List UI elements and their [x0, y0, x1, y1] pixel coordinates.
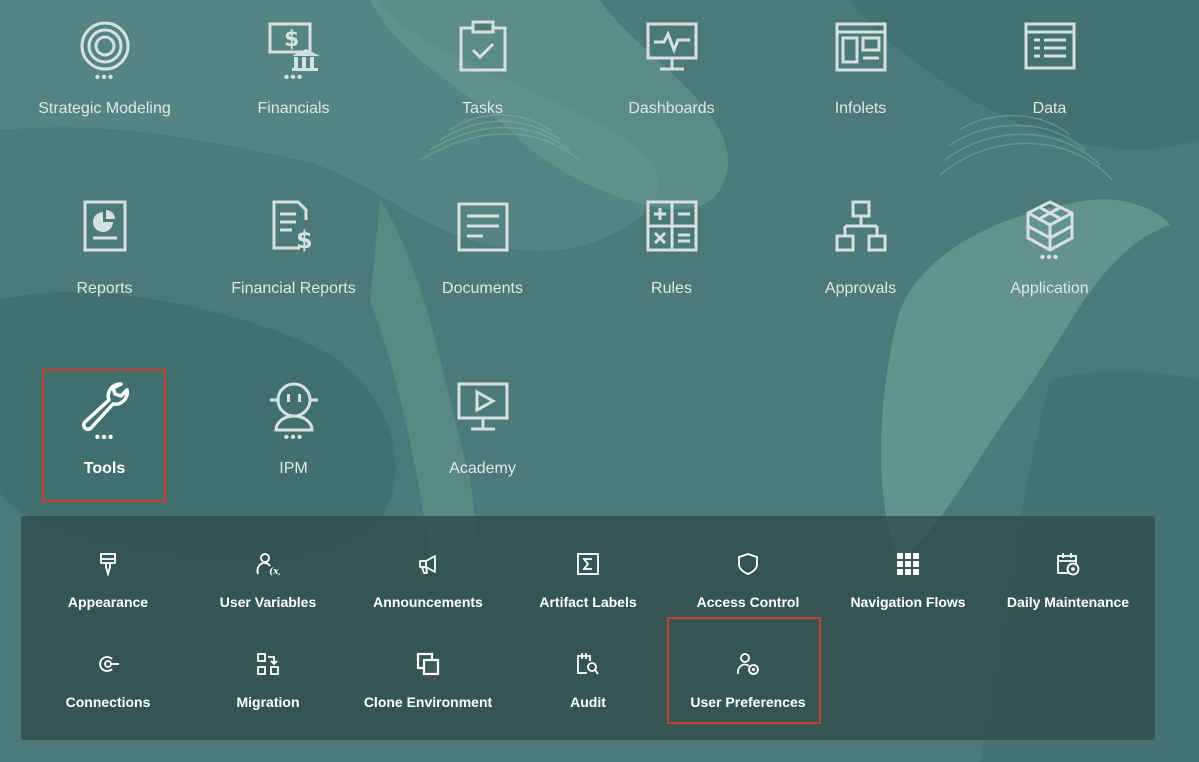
user-variable-icon: (x) [256, 552, 280, 576]
tile-academy[interactable]: Academy [388, 360, 577, 500]
tool-label: Navigation Flows [850, 594, 966, 610]
tile-data[interactable]: Data [955, 0, 1144, 140]
tile-label: Application [1010, 280, 1089, 297]
tool-navigation-flows[interactable]: Navigation Flows [828, 526, 988, 616]
tile-rules[interactable]: Rules [577, 180, 766, 320]
tool-label: Appearance [67, 594, 149, 610]
tool-audit[interactable]: Audit [508, 626, 668, 716]
tile-label: Reports [76, 280, 133, 297]
tile-documents[interactable]: Documents [388, 180, 577, 320]
tool-label: Migration [236, 694, 300, 710]
clipboard-check-icon [457, 20, 509, 72]
tile-label: Data [1032, 100, 1067, 117]
megaphone-icon [416, 552, 440, 576]
grid-flow-icon [896, 552, 920, 576]
tool-user-variables[interactable]: (x) User Variables [188, 526, 348, 616]
user-preferences-highlight-frame [667, 617, 821, 724]
svg-text:$: $ [284, 27, 299, 52]
tile-label: Financial Reports [231, 280, 356, 297]
tile-label: Approvals [824, 280, 897, 297]
tool-artifact-labels[interactable]: Artifact Labels [508, 526, 668, 616]
tile-label: Academy [449, 460, 516, 477]
audit-search-icon [576, 652, 600, 676]
more-indicator: ••• [283, 69, 304, 86]
connection-icon [96, 652, 120, 676]
video-play-icon [457, 380, 509, 432]
document-lines-icon [457, 200, 509, 252]
shield-icon [736, 552, 760, 576]
tile-tasks[interactable]: Tasks [388, 0, 577, 140]
home-navigation-grid: ••• Strategic Modeling $ ••• Financials … [0, 0, 1199, 510]
tool-label: Audit [570, 694, 606, 710]
tile-label: Financials [257, 100, 330, 117]
tile-approvals[interactable]: Approvals [766, 180, 955, 320]
tool-label: Connections [65, 694, 151, 710]
more-indicator: ••• [283, 429, 304, 446]
tool-announcements[interactable]: Announcements [348, 526, 508, 616]
tool-label: Announcements [373, 594, 483, 610]
tools-highlight-frame [42, 369, 166, 502]
svg-text:(x): (x) [269, 566, 280, 576]
tile-label: Infolets [834, 100, 887, 117]
tile-label: Tasks [462, 100, 503, 117]
more-indicator: ••• [1039, 249, 1060, 266]
svg-text:$: $ [296, 226, 313, 252]
tile-infolets[interactable]: Infolets [766, 0, 955, 140]
calendar-gear-icon [1056, 552, 1080, 576]
sigma-icon [576, 552, 600, 576]
tool-appearance[interactable]: Appearance [28, 526, 188, 616]
tile-application[interactable]: ••• Application [955, 180, 1144, 320]
tool-access-control[interactable]: Access Control [668, 526, 828, 616]
target-icon [79, 20, 131, 72]
data-grid-icon [1024, 20, 1076, 72]
hierarchy-icon [835, 200, 887, 252]
tile-reports[interactable]: Reports [10, 180, 199, 320]
tile-label: Dashboards [628, 100, 715, 117]
tile-label: Rules [651, 280, 692, 297]
calculator-icon [646, 200, 698, 252]
tool-label: Access Control [696, 594, 800, 610]
cube-icon [1024, 200, 1076, 252]
infolet-layout-icon [835, 20, 887, 72]
tool-migration[interactable]: Migration [188, 626, 348, 716]
migration-icon [256, 652, 280, 676]
tool-label: User Variables [219, 594, 317, 610]
paint-brush-icon [96, 552, 120, 576]
tool-connections[interactable]: Connections [28, 626, 188, 716]
finance-bank-icon: $ [268, 20, 320, 72]
tool-daily-maintenance[interactable]: Daily Maintenance [988, 526, 1148, 616]
clone-icon [416, 652, 440, 676]
tile-dashboards[interactable]: Dashboards [577, 0, 766, 140]
tile-financial-reports[interactable]: $ Financial Reports [199, 180, 388, 320]
tile-label: Strategic Modeling [38, 100, 171, 117]
robot-icon [268, 380, 320, 432]
tile-label: Documents [442, 280, 523, 297]
tile-strategic-modeling[interactable]: ••• Strategic Modeling [10, 0, 199, 140]
tool-label: Artifact Labels [539, 594, 637, 610]
tile-financials[interactable]: $ ••• Financials [199, 0, 388, 140]
monitor-pulse-icon [646, 20, 698, 72]
document-dollar-icon: $ [268, 200, 320, 252]
tool-clone-environment[interactable]: Clone Environment [348, 626, 508, 716]
more-indicator: ••• [94, 69, 115, 86]
tile-ipm[interactable]: ••• IPM [199, 360, 388, 500]
tool-label: Daily Maintenance [1006, 594, 1130, 610]
tools-menu-panel: Appearance (x) User Variables Announceme… [21, 516, 1155, 740]
tool-label: Clone Environment [363, 694, 493, 710]
report-chart-icon [79, 200, 131, 252]
tile-label: IPM [279, 460, 308, 477]
